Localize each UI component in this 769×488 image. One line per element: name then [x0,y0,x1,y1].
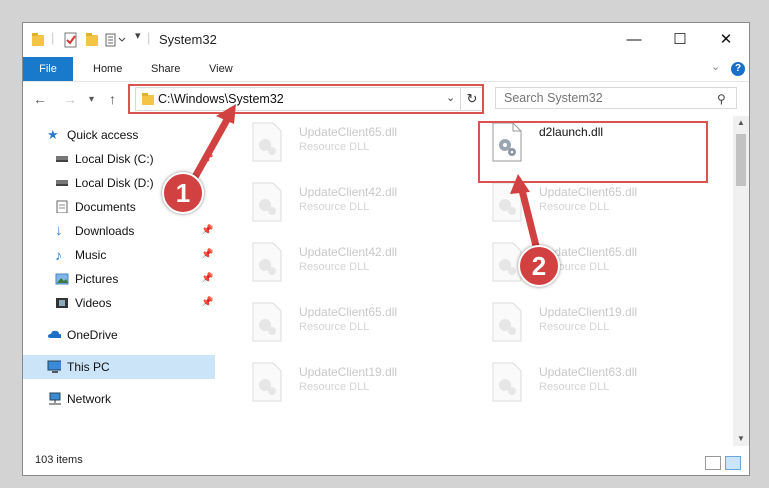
annotation-arrows [186,104,544,266]
arrow-2-head [510,174,530,194]
step-badge-2: 2 [518,245,560,287]
step-badge-1: 1 [162,172,204,214]
